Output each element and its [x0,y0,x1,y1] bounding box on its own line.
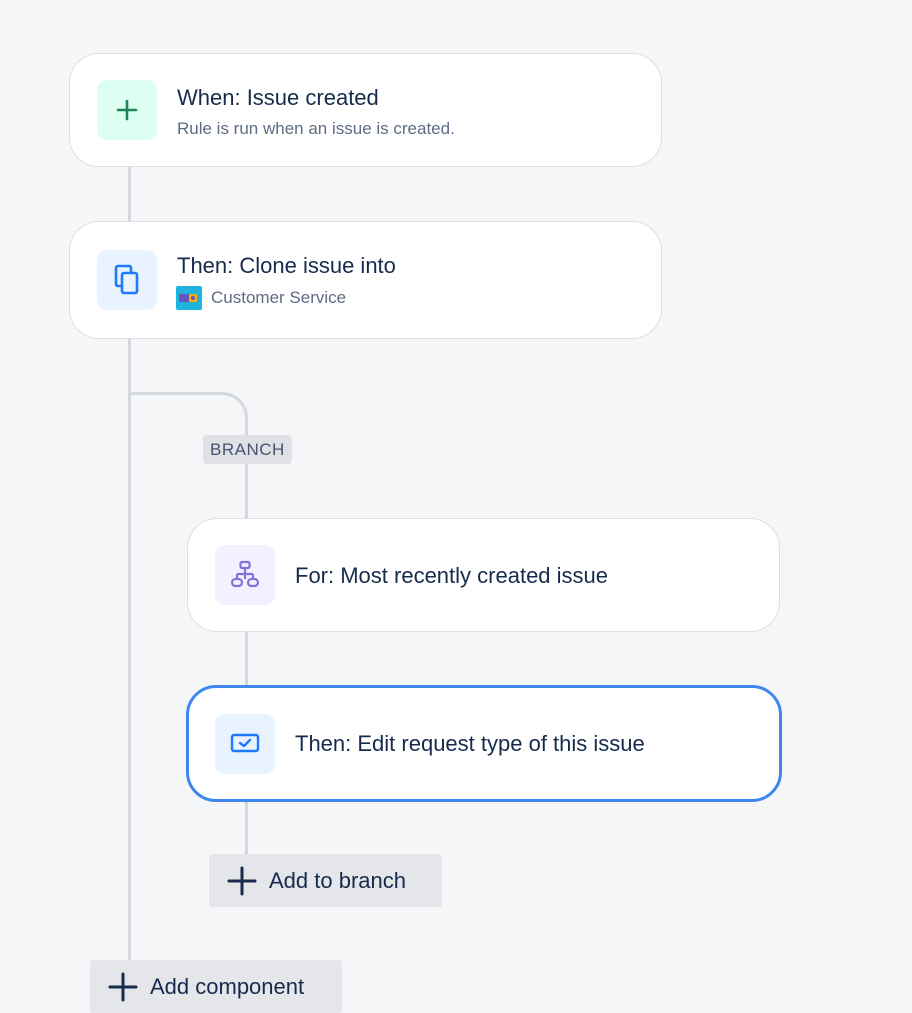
branch-tag: BRANCH [203,435,292,464]
clone-title: Then: Clone issue into [177,253,396,278]
edit-icon-box [215,714,275,774]
branch-icon [230,560,260,588]
trigger-card[interactable]: When: Issue created Rule is run when an … [69,53,662,167]
add-to-branch-button[interactable]: Add to branch [209,854,442,907]
add-to-branch-label: Add to branch [269,867,406,893]
edit-title: Then: Edit request type of this issue [295,731,645,756]
plus-icon [116,99,138,121]
for-icon-box [215,545,275,605]
project-avatar-icon [176,286,202,310]
request-type-icon [230,733,260,753]
copy-icon [114,264,139,295]
for-title: For: Most recently created issue [295,563,609,588]
add-component-label: Add component [150,973,305,999]
edit-request-type-card[interactable]: Then: Edit request type of this issue [186,685,782,802]
plus-icon [227,866,257,896]
trigger-icon-box [97,80,157,140]
clone-card[interactable]: Then: Clone issue into Customer Service [69,221,662,339]
plus-icon [108,972,138,1002]
trigger-subtitle: Rule is run when an issue is created. [177,119,455,138]
for-branch-card[interactable]: For: Most recently created issue [187,518,780,632]
add-component-button[interactable]: Add component [90,960,342,1013]
clone-icon-box [97,250,157,310]
trigger-title: When: Issue created [177,85,379,110]
clone-project-name: Customer Service [211,288,347,307]
